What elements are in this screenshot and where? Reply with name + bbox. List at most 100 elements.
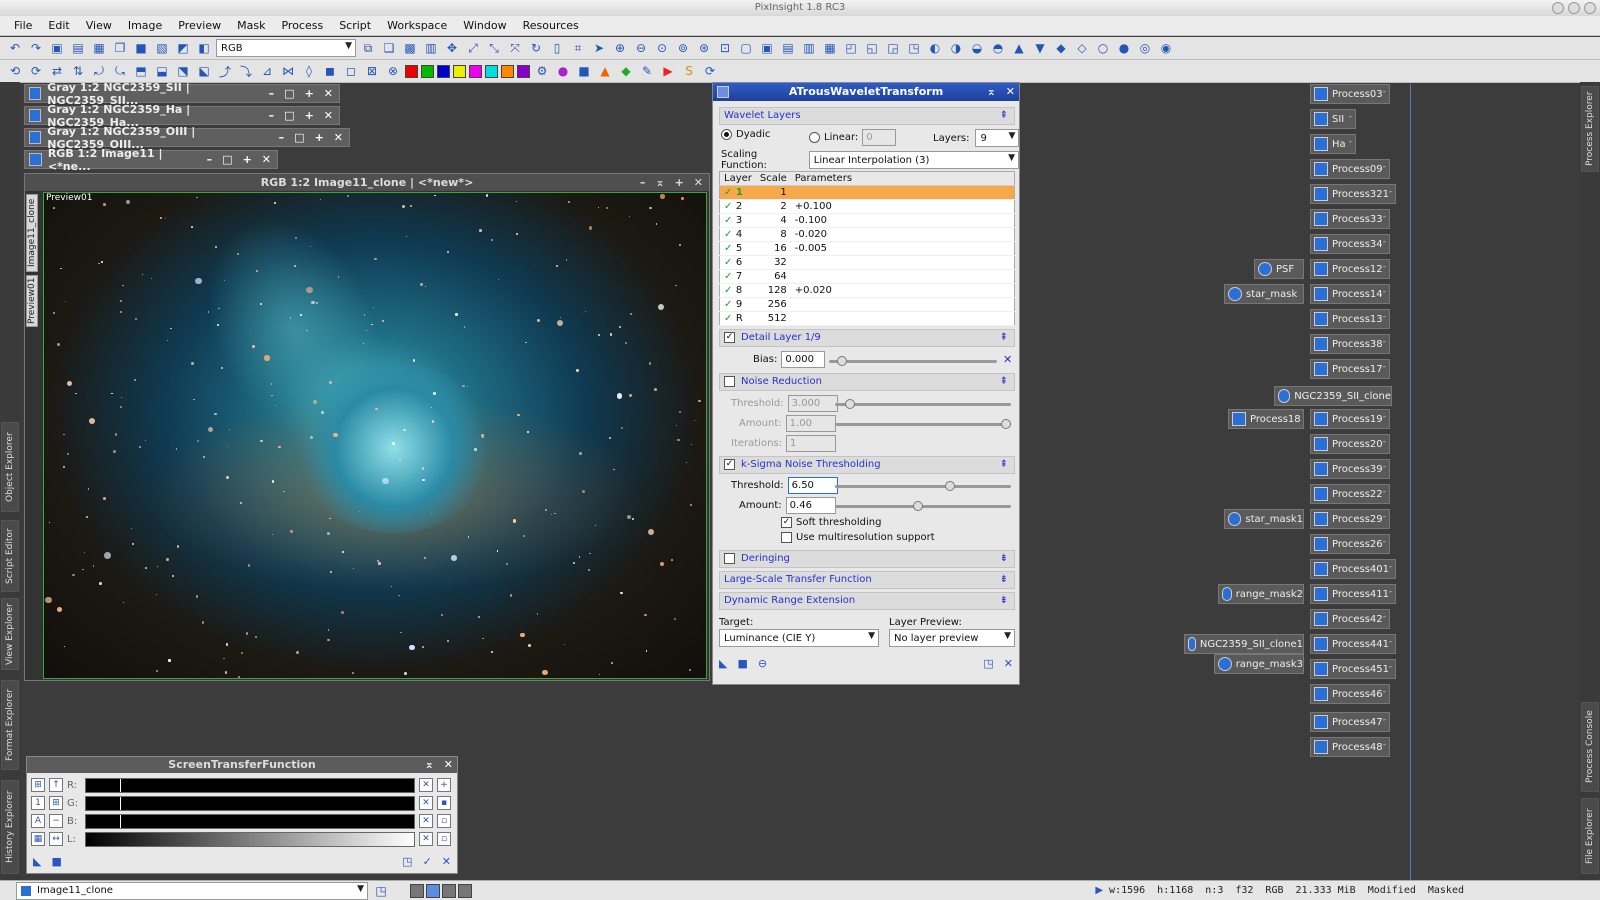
table-row[interactable]: ✓ R 512 [719,311,1015,326]
stf-plus-icon[interactable]: + [437,778,451,792]
histogram-b[interactable] [85,813,415,829]
slider-knob[interactable] [913,501,923,511]
auto-stretch-icon[interactable]: ✕ [419,832,433,846]
histogram-r[interactable] [85,777,415,793]
undo-icon[interactable]: ↶ [6,39,24,57]
stf-grid-icon[interactable]: ▦ [31,832,45,846]
fit-view-icon[interactable]: ⤢ [464,39,482,57]
shrink-icon[interactable]: ⤧ [506,39,524,57]
diamond-green-icon[interactable]: ◆ [617,62,635,80]
menu-file[interactable]: File [6,19,40,32]
expand-icon[interactable]: ⤡ [485,39,503,57]
process-icon-process38[interactable]: Process38 ″ [1310,334,1390,354]
auto-stretch-icon[interactable]: ✕ [419,814,433,828]
scaling-combo[interactable]: Linear Interpolation (3) ▼ [808,151,1019,169]
new-image-icon[interactable]: ▦ [90,39,108,57]
window-4-icon[interactable]: ▥ [800,39,818,57]
maximize-icon[interactable]: + [305,87,314,100]
close-icon[interactable]: ✕ [262,153,271,166]
image-canvas[interactable]: Preview01 [43,192,707,679]
channel-icon[interactable]: ◧ [195,39,213,57]
image-window-sii[interactable]: Gray 1:2 NGC2359_SII | NGC2359_SII... – □… [24,81,340,107]
geometry-5-icon[interactable]: ⤾ [90,62,108,80]
window-1-icon[interactable]: ▢ [737,39,755,57]
process-icon-range-mask2[interactable]: range_mask2 [1218,584,1304,604]
midtone-marker[interactable] [250,832,251,846]
section-ksigma[interactable]: ✓ k-Sigma Noise Thresholding ⇞ [719,456,1015,474]
geometry-4-icon[interactable]: ⇅ [69,62,87,80]
process-icon-psf[interactable]: PSF [1254,259,1304,279]
documentation-icon[interactable]: ◳ [402,855,412,868]
process-icon-process03[interactable]: Process03 ″ [1310,84,1390,104]
mask-1-icon[interactable]: ◐ [926,39,944,57]
target-combo[interactable]: Luminance (CIE Y) ▼ [719,629,879,647]
sphere-icon[interactable]: ● [554,62,572,80]
maximize-icon[interactable]: + [675,174,684,191]
check-icon[interactable]: ✓ 6 [719,255,756,270]
stack-icon[interactable]: ▩ [401,39,419,57]
geometry-12-icon[interactable]: ⤵ [237,62,255,80]
process-icon-star-mask1[interactable]: star_mask1 [1224,509,1304,529]
section-deringing[interactable]: Deringing ⇟ [719,550,1015,568]
stf-link-icon[interactable]: ⊞ [31,778,45,792]
soft-threshold-checkbox[interactable]: ✓ [781,517,792,528]
process-icon-process34[interactable]: Process34 ″ [1310,234,1390,254]
midtone-marker[interactable] [120,778,121,792]
geometry-8-icon[interactable]: ⬓ [153,62,171,80]
blue-swatch-icon[interactable] [437,64,450,78]
pointer-icon[interactable]: ➤ [590,39,608,57]
auto-stretch-icon[interactable]: ✕ [419,796,433,810]
tab-view-explorer[interactable]: View Explorer [1,598,19,670]
display-mode-2-icon[interactable] [426,883,440,898]
noise-reduction-checkbox[interactable] [724,375,735,387]
tab-file-explorer[interactable]: File Explorer [1581,798,1599,874]
layer-preview-combo[interactable]: No layer preview ▼ [889,629,1015,647]
process-icon-process411[interactable]: Process411 ″ [1310,584,1396,604]
black-point-icon[interactable]: ◼ [321,62,339,80]
tab-process-explorer[interactable]: Process Explorer [1581,86,1599,172]
crop-icon[interactable]: ⌗ [569,39,587,57]
main-image-titlebar[interactable]: RGB 1:2 Image11_clone | <*new*> – ⌅ + ✕ [25,174,709,191]
tab-format-explorer[interactable]: Format Explorer [1,680,19,770]
stf-minus-icon[interactable]: − [49,814,63,828]
ks-amount-field[interactable]: 0.46 [785,497,836,514]
window-2-icon[interactable]: ▣ [758,39,776,57]
process-icon-process13[interactable]: Process13 ″ [1310,309,1390,329]
table-row[interactable]: ✓ 5 16 -0.005 [719,241,1015,256]
tab-script-editor[interactable]: Script Editor [1,520,19,592]
flip-icon[interactable]: ⋈ [279,62,297,80]
process-icon-process33[interactable]: Process33 ″ [1310,209,1390,229]
menu-process[interactable]: Process [273,19,331,32]
process-icon-process451[interactable]: Process451 ″ [1310,659,1396,679]
dyadic-radio[interactable] [721,129,732,140]
geometry-9-icon[interactable]: ⬔ [174,62,192,80]
section-detail-layer[interactable]: ✓ Detail Layer 1/9 ⇞ [719,329,1015,347]
table-row[interactable]: ✓ 9 256 [719,297,1015,312]
check-icon[interactable]: ✓ R [719,311,756,326]
stf-box-icon[interactable]: ▫ [437,814,451,828]
process-icon-process12[interactable]: Process12 ″ [1310,259,1390,279]
new-instance-icon[interactable]: ◣ [33,855,41,868]
section-wavelet-layers[interactable]: Wavelet Layers ⇞ [719,107,1015,125]
restore-icon[interactable]: □ [284,109,294,122]
ks-amount-slider[interactable] [835,501,1011,511]
diamond-icon[interactable]: ◊ [300,62,318,80]
save-icon[interactable]: ▤ [69,39,87,57]
display-mode-1-icon[interactable] [410,883,424,898]
table-row[interactable]: ✓ 4 8 -0.020 [719,227,1015,242]
stf-2-icon[interactable]: ▼ [1031,39,1049,57]
midtone-marker[interactable] [120,814,121,828]
zoom-2-icon[interactable]: ⊚ [674,39,692,57]
image-window-image11[interactable]: RGB 1:2 Image11 | <*ne... – □ + ✕ [24,147,278,173]
stf-8-icon[interactable]: ◉ [1157,39,1175,57]
process-icon-process46[interactable]: Process46 ″ [1310,684,1390,704]
view-selector[interactable]: Image11_clone ▼ [16,881,368,900]
stf-4-icon[interactable]: ◇ [1073,39,1091,57]
tab-history-explorer[interactable]: History Explorer [1,780,19,874]
check-icon[interactable]: ✓ 3 [719,213,756,228]
stf-7-icon[interactable]: ◎ [1136,39,1154,57]
stf-1-icon[interactable]: 1 [31,796,45,810]
mask-3-icon[interactable]: ◒ [968,39,986,57]
cascade-icon[interactable]: ❏ [380,39,398,57]
stf-swap-icon[interactable]: ↔ [49,832,63,846]
